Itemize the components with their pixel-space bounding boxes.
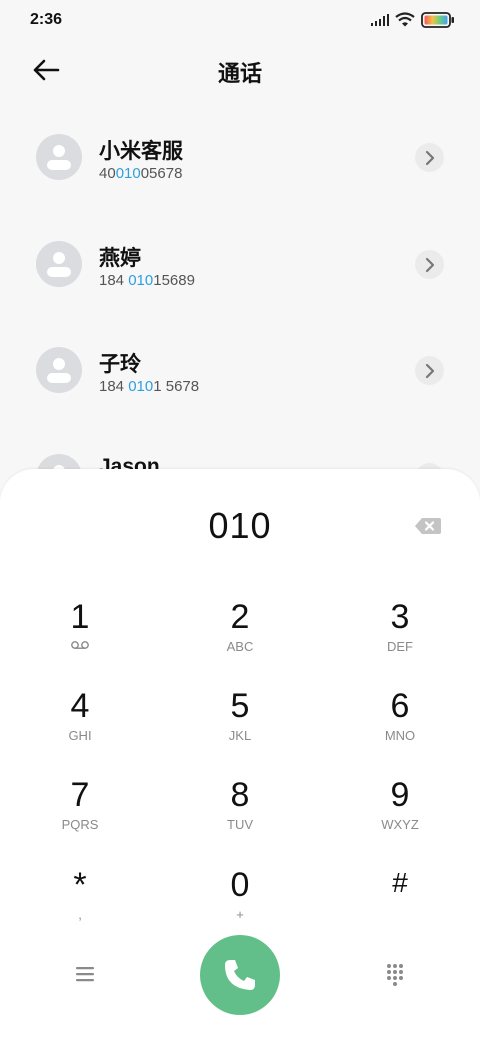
key-digit: 0	[230, 866, 250, 904]
key-4[interactable]: 4 GHI	[20, 686, 140, 766]
wifi-icon	[395, 12, 415, 27]
key-7[interactable]: 7 PQRS	[20, 775, 140, 855]
contact-number: 184 01015689	[99, 272, 195, 289]
key-letters: TUV	[227, 817, 253, 832]
key-3[interactable]: 3 DEF	[340, 597, 460, 677]
key-digit: 5	[230, 687, 250, 725]
contact-name: 燕婷	[99, 247, 141, 270]
key-6[interactable]: 6 MNO	[340, 686, 460, 766]
page-title: 通话	[217, 61, 262, 86]
phone-icon	[225, 960, 255, 990]
key-digit: 7	[70, 776, 90, 814]
call-button[interactable]	[200, 935, 280, 1015]
signal-icon	[371, 14, 389, 26]
battery-icon	[421, 12, 454, 28]
contact-row[interactable]: 燕婷 184 01015689	[0, 211, 480, 311]
key-letters: MNO	[384, 728, 416, 743]
avatar	[36, 347, 82, 393]
contact-name: 小米客服	[99, 140, 183, 163]
key-hash[interactable]: #	[340, 863, 460, 943]
contact-name: 子玲	[99, 353, 141, 376]
status-time: 2:36	[30, 11, 63, 28]
key-digit: 2	[230, 598, 250, 636]
key-letters: GHI	[68, 728, 92, 743]
key-letters: ,	[78, 907, 82, 922]
key-digit: 9	[390, 776, 410, 814]
key-digit: #	[392, 867, 408, 898]
key-digit: 6	[390, 687, 410, 725]
chevron-right-icon	[425, 363, 435, 379]
contact-row[interactable]: 子玲 184 0101 5678	[0, 317, 480, 417]
key-digit: 8	[230, 776, 250, 814]
key-digit: 3	[390, 598, 410, 636]
key-letters: ABC	[226, 639, 254, 654]
key-digit: 1	[70, 598, 90, 636]
avatar	[36, 241, 82, 287]
key-9[interactable]: 9 WXYZ	[340, 775, 460, 855]
voicemail-icon	[71, 641, 89, 649]
number-match-highlight: 010	[115, 165, 141, 182]
avatar	[36, 134, 82, 180]
backspace-button[interactable]	[413, 514, 443, 538]
key-digit: *	[73, 866, 87, 904]
key-letters: JKL	[228, 728, 252, 743]
key-letters: WXYZ	[381, 817, 419, 832]
keypad-toggle-button[interactable]	[380, 959, 410, 989]
backspace-icon	[415, 518, 441, 534]
contact-number: 4001005678	[99, 165, 183, 182]
keypad-icon	[387, 964, 403, 986]
contact-number: 184 0101 5678	[99, 378, 200, 395]
dialpad-sheet: 010 1 2 ABC 3 DEF 4 GHI 5 JKL 6 MNO 7 PQ…	[0, 469, 480, 1040]
key-1[interactable]: 1	[20, 597, 140, 677]
key-0[interactable]: 0 +	[180, 865, 300, 945]
key-8[interactable]: 8 TUV	[180, 775, 300, 855]
key-2[interactable]: 2 ABC	[180, 597, 300, 677]
key-digit: 4	[70, 687, 90, 725]
dial-number-input[interactable]: 010	[100, 505, 380, 547]
number-match-highlight: 010	[128, 378, 154, 395]
status-bar: 2:36	[0, 0, 480, 40]
key-letters: PQRS	[61, 817, 99, 832]
key-star[interactable]: * ,	[20, 865, 140, 945]
contact-row[interactable]: 小米客服 4001005678	[0, 104, 480, 204]
menu-button[interactable]	[70, 959, 100, 989]
header: 通话	[0, 40, 480, 100]
key-5[interactable]: 5 JKL	[180, 686, 300, 766]
chevron-right-icon	[425, 150, 435, 166]
number-match-highlight: 010	[128, 272, 154, 289]
contact-detail-button[interactable]	[415, 250, 444, 279]
contact-detail-button[interactable]	[415, 356, 444, 385]
menu-icon	[76, 967, 94, 982]
key-letters: +	[236, 907, 244, 922]
contact-detail-button[interactable]	[415, 143, 444, 172]
chevron-right-icon	[425, 257, 435, 273]
key-letters: DEF	[387, 639, 413, 654]
